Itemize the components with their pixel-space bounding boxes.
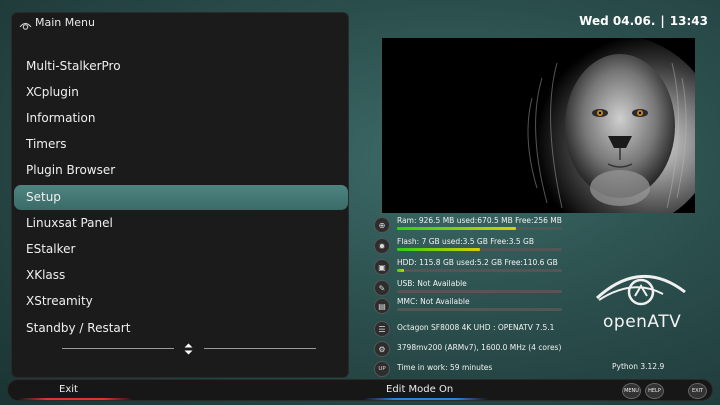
receiver-icon: ☰: [374, 321, 390, 337]
main-menu-panel: Main Menu Multi-StalkerPro XCplugin Info…: [11, 12, 349, 378]
hdd-text: HDD: 115.8 GB used:5.2 GB Free:110.6 GB: [397, 258, 558, 267]
uptime-text: Time in work: 59 minutes: [397, 363, 493, 372]
flash-usage-bar: [397, 248, 562, 251]
menu-item-standby-restart[interactable]: Standby / Restart: [14, 316, 348, 341]
flash-icon: ✹: [374, 238, 390, 254]
receiver-text: Octagon SF8008 4K UHD : OPENATV 7.5.1: [397, 323, 555, 332]
menu-key-icon[interactable]: MENU: [622, 383, 641, 399]
menu-item-information[interactable]: Information: [14, 106, 348, 131]
ram-info: ⊕ Ram: 926.5 MB used:670.5 MB Free:256 M…: [374, 215, 574, 235]
bottom-button-bar: Exit Edit Mode On MENU HELP EXIT: [7, 379, 713, 401]
ram-usage-bar: [397, 227, 562, 230]
mmc-usage-bar: [397, 308, 562, 311]
uptime-icon: UP: [374, 361, 390, 377]
menu-scrollbar[interactable]: [62, 341, 316, 355]
mmc-icon: ▤: [374, 298, 390, 314]
menu-item-timers[interactable]: Timers: [14, 132, 348, 157]
menu-item-linuxsat-panel[interactable]: Linuxsat Panel: [14, 211, 348, 236]
edit-mode-button[interactable]: Edit Mode On: [386, 384, 453, 395]
openatv-eye-icon: [595, 274, 686, 306]
usb-info: ✎ USB: Not Available: [374, 278, 574, 298]
hdd-info: ▣ HDD: 115.8 GB used:5.2 GB Free:110.6 G…: [374, 257, 574, 277]
hdd-icon: ▣: [374, 259, 390, 275]
mmc-info: ▤ MMC: Not Available: [374, 296, 574, 316]
menu-item-xklass[interactable]: XKlass: [14, 263, 348, 288]
cpu-info: ⚙ 3798mv200 (ARMv7), 1600.0 MHz (4 cores…: [374, 339, 574, 359]
openatv-logo: openATV: [593, 264, 689, 334]
python-version: Python 3.12.9: [612, 362, 665, 371]
usb-text: USB: Not Available: [397, 279, 467, 288]
flash-usage-fill: [397, 248, 480, 251]
menu-title: Main Menu: [35, 16, 95, 29]
usb-icon: ✎: [374, 280, 390, 296]
menu-item-xstreamity[interactable]: XStreamity: [14, 289, 348, 314]
exit-button[interactable]: Exit: [59, 384, 78, 395]
menu-item-multistalkerpro[interactable]: Multi-StalkerPro: [14, 54, 348, 79]
scroll-arrows-icon[interactable]: [183, 341, 194, 360]
clock: Wed 04.06. | 13:43: [579, 14, 708, 28]
ram-usage-fill: [397, 227, 517, 230]
receiver-info: ☰ Octagon SF8008 4K UHD : OPENATV 7.5.1: [374, 319, 574, 339]
menu-item-estalker[interactable]: EStalker: [14, 237, 348, 262]
date-text: Wed 04.06.: [579, 14, 656, 28]
hdd-usage-bar: [397, 269, 562, 272]
cpu-icon: ⚙: [374, 341, 390, 357]
menu-item-plugin-browser[interactable]: Plugin Browser: [14, 158, 348, 183]
scroll-line-left: [62, 348, 174, 349]
preview-image-lion: [382, 38, 695, 213]
blue-key-indicator: [363, 398, 488, 400]
menu-item-xcplugin[interactable]: XCplugin: [14, 80, 348, 105]
mmc-text: MMC: Not Available: [397, 297, 470, 306]
exit-key-icon[interactable]: EXIT: [688, 383, 707, 399]
help-key-icon[interactable]: HELP: [645, 383, 664, 399]
cpu-text: 3798mv200 (ARMv7), 1600.0 MHz (4 cores): [397, 343, 562, 352]
menu-header: Main Menu: [12, 13, 348, 33]
ram-text: Ram: 926.5 MB used:670.5 MB Free:256 MB: [397, 216, 562, 225]
hdd-usage-fill: [397, 269, 405, 272]
flash-info: ✹ Flash: 7 GB used:3.5 GB Free:3.5 GB: [374, 236, 574, 256]
red-key-indicator: [18, 398, 133, 400]
ram-icon: ⊕: [374, 217, 390, 233]
scroll-line-right: [204, 348, 316, 349]
uptime-info: UP Time in work: 59 minutes: [374, 359, 574, 379]
time-text: 13:43: [669, 14, 708, 28]
menu-item-setup[interactable]: Setup: [14, 185, 348, 210]
openatv-logo-text: openATV: [603, 312, 682, 332]
date-time-separator: |: [660, 14, 665, 28]
flash-text: Flash: 7 GB used:3.5 GB Free:3.5 GB: [397, 237, 534, 246]
usb-usage-bar: [397, 290, 562, 293]
eye-icon: [19, 16, 32, 35]
